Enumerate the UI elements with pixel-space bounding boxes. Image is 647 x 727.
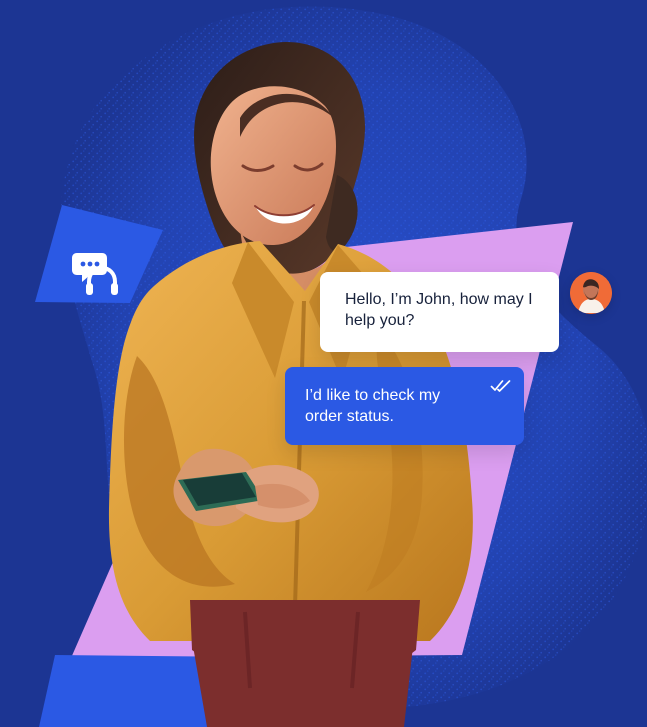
agent-message-bubble: Hello, I’m John, how may I help you? <box>320 272 559 352</box>
smiling-woman-with-phone <box>108 42 473 727</box>
user-message-text: I’d like to check my order status. <box>305 387 441 425</box>
agent-avatar <box>570 272 612 314</box>
chat-headset-icon <box>72 253 118 295</box>
hero-scene: Hello, I’m John, how may I help you? I’d… <box>0 0 647 727</box>
agent-avatar-image <box>570 272 612 314</box>
user-message-bubble: I’d like to check my order status. <box>285 367 524 445</box>
double-check-icon <box>490 380 511 392</box>
agent-message-text: Hello, I’m John, how may I help you? <box>345 291 533 329</box>
